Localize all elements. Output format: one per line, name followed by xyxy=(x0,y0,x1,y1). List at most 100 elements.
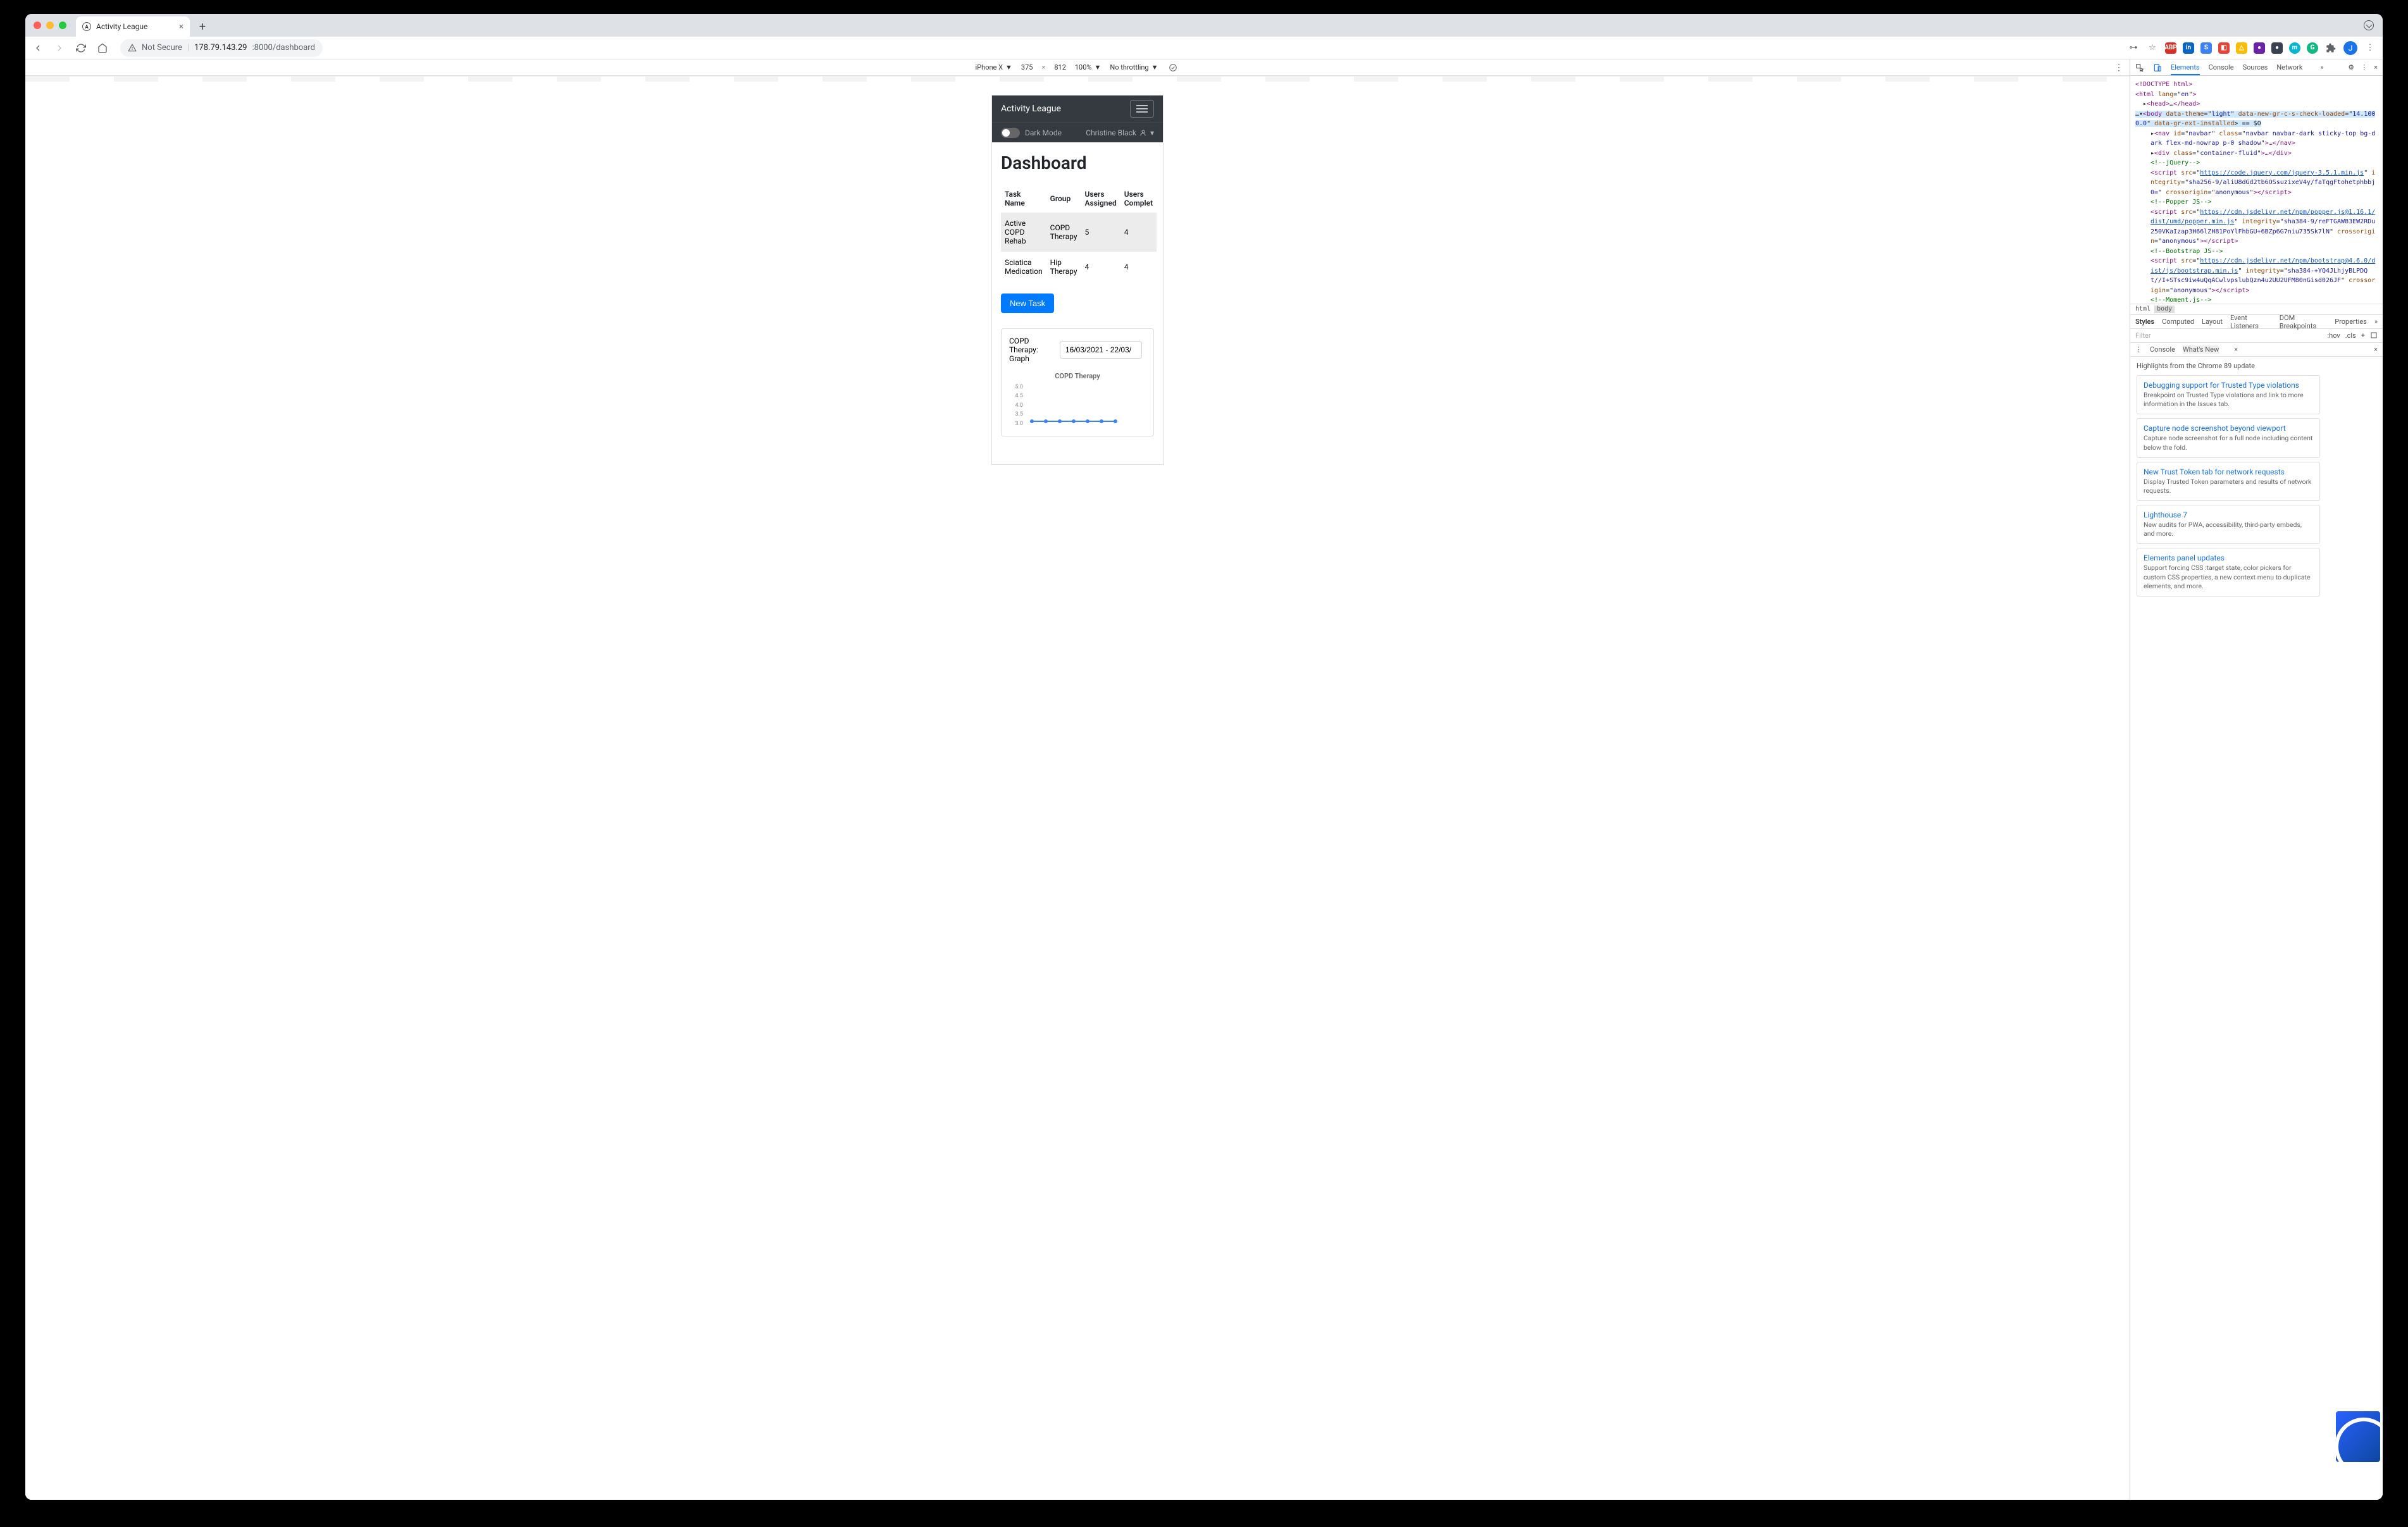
viewport-width[interactable]: 375 xyxy=(1021,63,1033,71)
whats-new-card[interactable]: Lighthouse 7New audits for PWA, accessib… xyxy=(2137,505,2320,544)
whats-new-heading: Highlights from the Chrome 89 update xyxy=(2137,362,2376,370)
toggle-styles-icon[interactable] xyxy=(2370,331,2378,340)
table-header: Users Complet xyxy=(1120,185,1157,213)
grammarly-ext-icon[interactable]: G xyxy=(2307,42,2318,54)
whats-new-card[interactable]: Capture node screenshot beyond viewportC… xyxy=(2137,418,2320,457)
key-icon[interactable]: ⊶ xyxy=(2127,42,2140,54)
ext-icon[interactable]: ● xyxy=(2271,42,2283,54)
user-menu[interactable]: Christine Black ▾ xyxy=(1086,128,1154,137)
minimize-window-button[interactable] xyxy=(46,22,54,29)
chart-canvas xyxy=(1026,380,1127,424)
dark-mode-label: Dark Mode xyxy=(1025,128,1062,137)
device-select[interactable]: iPhone X ▼ xyxy=(976,63,1012,71)
devtools-tabs: Elements Console Sources Network » ⚙ ⋮ × xyxy=(2130,59,2383,76)
tab-title: Activity League xyxy=(96,22,147,31)
styles-tabs: Styles Computed Layout Event Listeners DOM B… xyxy=(2130,315,2383,329)
whats-new-card[interactable]: Elements panel updatesSupport forcing CS… xyxy=(2137,548,2320,597)
styles-tab[interactable]: Event Listeners xyxy=(2230,314,2272,330)
profile-avatar[interactable]: J xyxy=(2343,41,2357,55)
close-devtools-icon[interactable]: × xyxy=(2374,63,2378,71)
device-kebab-icon[interactable]: ⋮ xyxy=(2114,63,2123,73)
styles-filter-row: Filter :hov .cls + xyxy=(2130,329,2383,343)
filter-tool[interactable]: .cls xyxy=(2345,331,2356,340)
chart-y-axis: 5.04.54.03.53.0 xyxy=(1009,383,1023,428)
new-tab-button[interactable]: + xyxy=(194,18,211,35)
star-icon[interactable]: ☆ xyxy=(2146,42,2159,54)
extensions-icon[interactable] xyxy=(2324,42,2337,54)
adblock-ext-icon[interactable]: ABP xyxy=(2165,42,2176,54)
styles-tab[interactable]: Layout xyxy=(2202,318,2223,326)
devtools-tab[interactable]: Network xyxy=(2276,63,2302,71)
devtools-tab[interactable]: Console xyxy=(2209,63,2234,71)
throttling-select[interactable]: No throttling ▼ xyxy=(1110,63,1158,71)
table-row[interactable]: Active COPD RehabCOPD Therapy54 xyxy=(1001,213,1157,252)
drawer-kebab-icon[interactable]: ⋮ xyxy=(2135,345,2142,354)
close-window-button[interactable] xyxy=(34,22,41,29)
back-button[interactable] xyxy=(32,42,44,54)
styles-tab[interactable]: DOM Breakpoints xyxy=(2280,314,2327,330)
rotate-icon[interactable] xyxy=(1167,61,1179,74)
url-bar: Not Secure | 178.79.143.29:8000/dashboar… xyxy=(25,37,2383,59)
url-host: 178.79.143.29 xyxy=(194,43,247,53)
filter-tool[interactable]: + xyxy=(2361,331,2365,340)
ext-icon[interactable]: ◧ xyxy=(2218,42,2230,54)
url-path: :8000/dashboard xyxy=(252,43,314,53)
whats-new-card[interactable]: New Trust Token tab for network requests… xyxy=(2137,462,2320,501)
drawer-tab[interactable]: What's New xyxy=(2183,345,2219,354)
dom-tree[interactable]: <!DOCTYPE html><html lang="en">▸<head>…<… xyxy=(2130,76,2383,304)
breadcrumb-item[interactable]: html xyxy=(2135,306,2150,313)
linkedin-ext-icon[interactable]: in xyxy=(2183,42,2194,54)
page-viewport: iPhone X ▼ 375 × 812 100% ▼ No throttlin… xyxy=(25,59,2130,1500)
chevron-down-icon[interactable] xyxy=(2364,20,2374,30)
home-button[interactable] xyxy=(96,42,109,54)
drawer-tab-close-icon[interactable]: × xyxy=(2234,345,2238,354)
browser-tab[interactable]: A Activity League × xyxy=(76,16,190,37)
chevron-down-icon: ▾ xyxy=(1150,128,1154,137)
address-field[interactable]: Not Secure | 178.79.143.29:8000/dashboar… xyxy=(120,39,323,57)
hamburger-button[interactable] xyxy=(1130,100,1154,118)
table-header: Users Assigned xyxy=(1081,185,1120,213)
whats-new-card[interactable]: Debugging support for Trusted Type viola… xyxy=(2137,375,2320,414)
more-icon[interactable]: » xyxy=(2374,318,2378,326)
drive-ext-icon[interactable]: △ xyxy=(2236,42,2247,54)
table-header: Group xyxy=(1046,185,1081,213)
browser-window: A Activity League × + Not Secure | 178.7… xyxy=(25,14,2383,1500)
new-task-button[interactable]: New Task xyxy=(1001,294,1054,313)
styles-tab[interactable]: Styles xyxy=(2135,318,2154,326)
device-mode-icon[interactable] xyxy=(2153,63,2162,72)
more-tabs-icon[interactable]: » xyxy=(2320,63,2323,71)
table-row[interactable]: Sciatica MedicationHip Therapy44 xyxy=(1001,252,1157,282)
styles-tab[interactable]: Computed xyxy=(2162,318,2194,326)
kebab-menu-icon[interactable]: ⋮ xyxy=(2364,42,2376,54)
close-drawer-icon[interactable]: × xyxy=(2374,345,2378,354)
maximize-window-button[interactable] xyxy=(59,22,66,29)
device-toolbar: iPhone X ▼ 375 × 812 100% ▼ No throttlin… xyxy=(25,59,2130,76)
filter-tool[interactable]: :hov xyxy=(2327,331,2340,340)
viewport-height[interactable]: 812 xyxy=(1054,63,1066,71)
ext-icon[interactable]: ● xyxy=(2254,42,2265,54)
ext-icon[interactable]: m xyxy=(2289,42,2300,54)
security-label: Not Secure xyxy=(142,43,182,53)
inspect-icon[interactable] xyxy=(2135,63,2144,72)
gear-icon[interactable]: ⚙ xyxy=(2348,63,2354,71)
ext-icon[interactable]: S xyxy=(2200,42,2212,54)
reload-button[interactable] xyxy=(75,42,87,54)
device-frame: Activity League Dark Mode Christine Blac… xyxy=(992,96,1163,464)
forward-button[interactable] xyxy=(53,42,66,54)
app-navbar: Activity League xyxy=(992,96,1163,122)
styles-tab[interactable]: Properties xyxy=(2335,318,2367,326)
date-range-input[interactable] xyxy=(1060,341,1142,359)
kebab-icon[interactable]: ⋮ xyxy=(2361,63,2368,71)
tab-close-icon[interactable]: × xyxy=(179,22,183,32)
filter-input[interactable]: Filter xyxy=(2135,331,2151,340)
drawer-tab[interactable]: Console xyxy=(2150,345,2175,354)
window-controls xyxy=(34,22,66,29)
titlebar: A Activity League × + xyxy=(25,14,2383,37)
dark-mode-toggle[interactable] xyxy=(1001,128,1020,138)
chart-card: COPD Therapy: Graph COPD Therapy 5.04.54… xyxy=(1001,328,1154,436)
devtools-tab[interactable]: Elements xyxy=(2171,63,2200,75)
devtools-tab[interactable]: Sources xyxy=(2243,63,2268,71)
zoom-select[interactable]: 100% ▼ xyxy=(1075,63,1102,71)
breadcrumb-item[interactable]: body xyxy=(2154,306,2175,313)
app-brand[interactable]: Activity League xyxy=(1001,104,1061,114)
